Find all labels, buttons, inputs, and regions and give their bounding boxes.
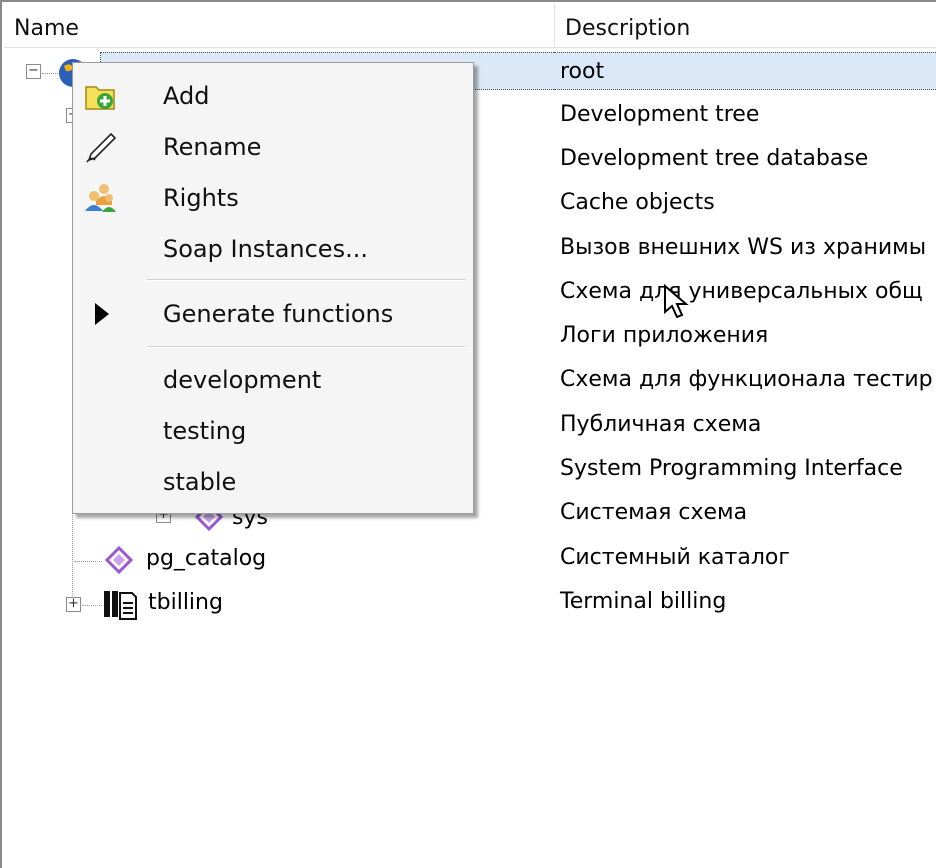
menu-item-label: Rename [163,133,262,161]
menu-item-label: development [163,366,322,394]
description-cell: Development tree [560,102,760,127]
schema-icon [104,545,134,575]
menu-item-generate-functions[interactable]: Generate functions [73,289,473,339]
description-cell: Схема для функционала тестир [560,367,933,392]
menu-item-label: Add [163,82,210,110]
node-label: tbilling [148,590,223,615]
description-cell: Terminal billing [560,589,727,614]
description-cell: Вызов внешних WS из хранимы [560,235,927,260]
menu-item-rights[interactable]: Rights [73,173,473,223]
description-cell: Схема для универсальных общ [560,279,923,304]
column-header-description[interactable]: Description [554,4,936,48]
menu-item-rename[interactable]: Rename [73,122,473,172]
table-row[interactable]: + tbilling Terminal billing [4,581,936,625]
menu-item-add[interactable]: Add [73,71,473,121]
node-label: pg_catalog [146,546,267,571]
users-icon [85,184,116,212]
expand-icon[interactable]: + [66,597,81,612]
menu-item-label: stable [163,468,237,496]
description-cell: Логи приложения [560,323,769,348]
mouse-cursor-icon [664,284,689,319]
description-cell: root [554,52,936,90]
context-menu: Add Rename Rights Soap Instances... Gene… [72,62,474,514]
menu-item-label: Soap Instances... [163,235,368,263]
menu-item-label: Rights [163,184,239,212]
menu-item-soap-instances[interactable]: Soap Instances... [73,224,473,274]
description-cell: Development tree database [560,146,869,171]
description-cell: Системая схема [560,500,748,525]
collapse-icon[interactable]: − [26,64,41,79]
submenu-arrow-icon [95,303,109,325]
database-icon [104,591,137,620]
menu-item-label: Generate functions [163,300,394,328]
table-row[interactable]: pg_catalog Системный каталог [4,537,936,581]
menu-item-label: testing [163,417,247,445]
description-cell: System Programming Interface [560,456,903,481]
description-cell: Cache objects [560,190,715,215]
pen-icon [86,132,117,163]
column-header-row: Name Description [4,4,936,48]
column-header-name[interactable]: Name [4,4,554,48]
menu-item-stable[interactable]: stable [73,457,473,507]
description-cell: Публичная схема [560,412,762,437]
menu-separator [147,346,465,348]
folder-add-icon [85,86,115,110]
menu-item-testing[interactable]: testing [73,406,473,456]
menu-item-development[interactable]: development [73,355,473,405]
menu-separator [147,279,465,281]
description-cell: Системный каталог [560,545,790,570]
